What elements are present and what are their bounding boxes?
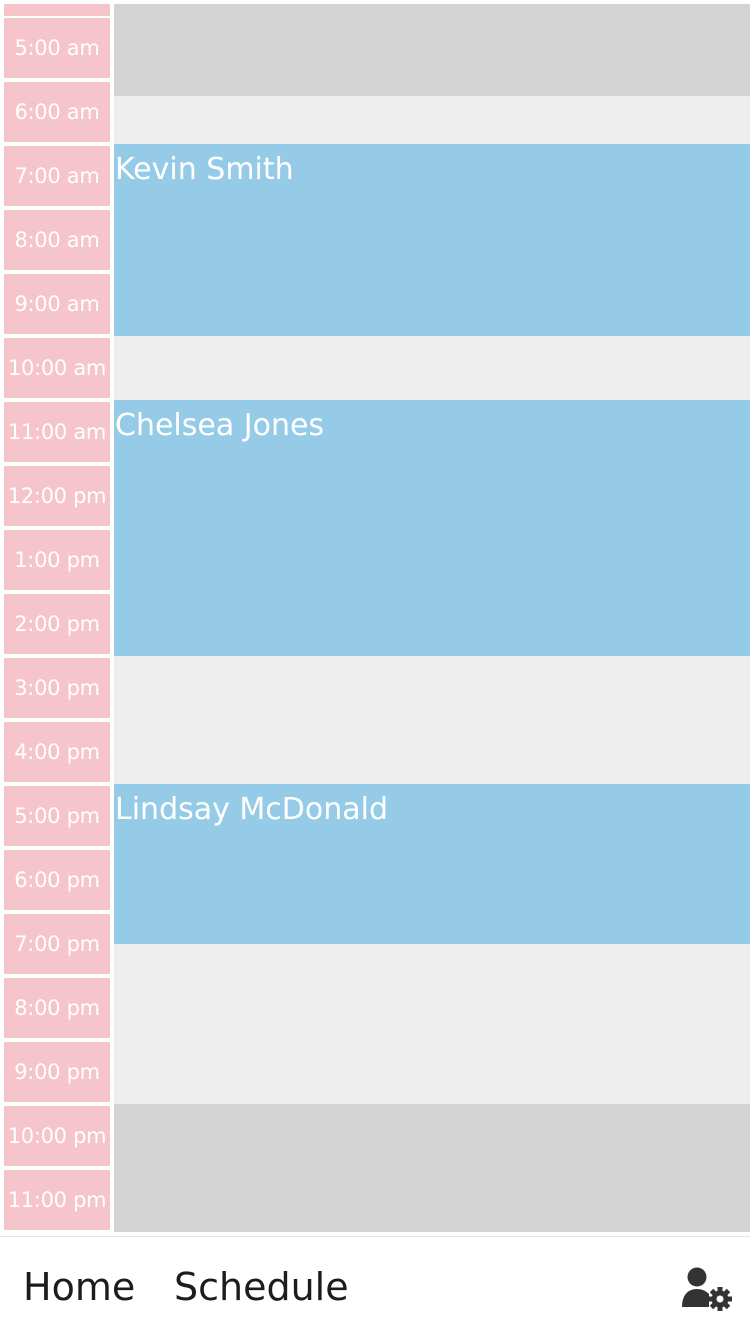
time-slot: 10:00 pm <box>4 1106 110 1166</box>
time-column: 5:00 am 6:00 am 7:00 am 8:00 am 9:00 am … <box>4 0 113 1234</box>
time-slot: 6:00 pm <box>4 850 110 910</box>
shift-block[interactable]: Chelsea Jones <box>114 400 750 656</box>
nav-home-link[interactable]: Home <box>23 1263 135 1311</box>
time-slot: 6:00 am <box>4 82 110 142</box>
shift-employee-name: Kevin Smith <box>115 152 294 187</box>
day-column: Kevin Smith Chelsea Jones Lindsay McDona… <box>114 4 750 1232</box>
time-slot: 9:00 pm <box>4 1042 110 1102</box>
time-slot: 12:00 pm <box>4 466 110 526</box>
closed-hours-band <box>114 1104 750 1232</box>
time-slot: 5:00 pm <box>4 786 110 846</box>
time-slot: 5:00 am <box>4 18 110 78</box>
shift-block[interactable]: Kevin Smith <box>114 144 750 336</box>
time-slot: 1:00 pm <box>4 530 110 590</box>
time-slot: 8:00 am <box>4 210 110 270</box>
closed-hours-band <box>114 4 750 96</box>
time-slot: 8:00 pm <box>4 978 110 1038</box>
time-slot: 11:00 pm <box>4 1170 110 1230</box>
time-slot: 10:00 am <box>4 338 110 398</box>
time-slot: 3:00 pm <box>4 658 110 718</box>
time-slot: 2:00 pm <box>4 594 110 654</box>
time-slot: 7:00 am <box>4 146 110 206</box>
shift-employee-name: Lindsay McDonald <box>115 792 389 827</box>
time-slot: 11:00 am <box>4 402 110 462</box>
shift-employee-name: Chelsea Jones <box>115 408 325 443</box>
schedule-view: 5:00 am 6:00 am 7:00 am 8:00 am 9:00 am … <box>0 0 750 1234</box>
user-gear-icon[interactable] <box>680 1267 736 1313</box>
shift-block[interactable]: Lindsay McDonald <box>114 784 750 944</box>
nav-schedule-link[interactable]: Schedule <box>174 1263 349 1311</box>
time-slot: 7:00 pm <box>4 914 110 974</box>
bottom-nav: Home Schedule <box>0 1236 750 1340</box>
time-slot: 9:00 am <box>4 274 110 334</box>
time-slot-partial <box>4 4 110 16</box>
time-slot: 4:00 pm <box>4 722 110 782</box>
